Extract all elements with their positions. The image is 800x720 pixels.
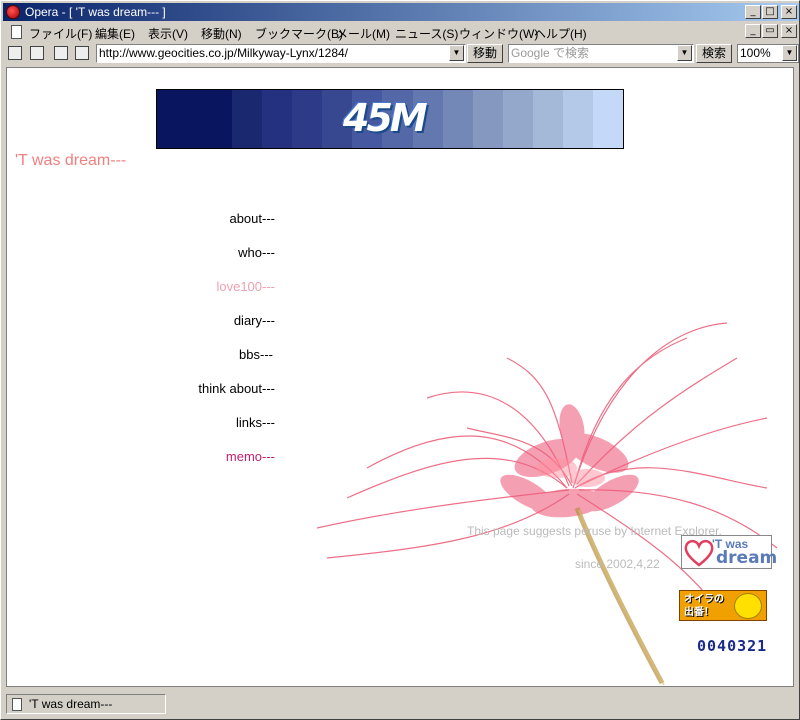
doc-close-button[interactable]: × bbox=[781, 24, 797, 38]
security-lock-icon[interactable] bbox=[8, 46, 22, 60]
nav-memo[interactable]: memo--- bbox=[226, 449, 275, 464]
banner-logo: 45M bbox=[343, 96, 428, 140]
spider-lily-image bbox=[316, 322, 778, 686]
page-icon bbox=[12, 698, 22, 711]
address-input[interactable]: http://www.geocities.co.jp/Milkyway-Lynx… bbox=[96, 44, 466, 63]
heart-icon bbox=[684, 539, 714, 567]
page-viewport: 45M 'T was dream--- about--- who--- love… bbox=[6, 67, 794, 687]
banner-segment bbox=[157, 90, 233, 148]
oira-text: オイラの出番！ bbox=[684, 594, 724, 618]
menu-edit[interactable]: 編集(E) bbox=[95, 25, 135, 42]
menu-view[interactable]: 表示(V) bbox=[148, 25, 188, 42]
nav-bbs[interactable]: bbs--- bbox=[239, 347, 273, 362]
menu-bookmarks[interactable]: ブックマーク(B) bbox=[255, 25, 343, 42]
nav-think-about[interactable]: think about--- bbox=[198, 381, 275, 396]
banner-segment bbox=[502, 90, 533, 148]
site-banner[interactable]: 45M bbox=[156, 89, 624, 149]
banner-segment bbox=[532, 90, 563, 148]
page-title: 'T was dream--- bbox=[15, 152, 127, 169]
menu-news[interactable]: ニュース(S) bbox=[395, 25, 458, 42]
menu-bar: ファイル(F) 編集(E) 表示(V) 移動(N) ブックマーク(B) メール(… bbox=[3, 22, 799, 42]
banner-segment bbox=[562, 90, 593, 148]
access-counter: 0040321 bbox=[697, 637, 768, 655]
search-dropdown-icon[interactable]: ▼ bbox=[677, 45, 692, 61]
menu-navigate[interactable]: 移動(N) bbox=[201, 25, 242, 42]
nav-who[interactable]: who--- bbox=[238, 245, 275, 260]
cookie-icon[interactable] bbox=[30, 46, 44, 60]
new-page-icon[interactable] bbox=[54, 46, 68, 60]
banner-segment bbox=[442, 90, 473, 148]
window-title: Opera - [ 'T was dream--- ] bbox=[25, 5, 166, 19]
site-badge[interactable]: 'T was dream bbox=[681, 535, 777, 569]
search-input[interactable]: Google で検索 bbox=[508, 44, 694, 63]
document-icon bbox=[11, 25, 22, 39]
banner-segment bbox=[292, 90, 323, 148]
nav-love100[interactable]: love100--- bbox=[216, 279, 275, 294]
chick-icon bbox=[734, 593, 762, 619]
doc-minimize-button[interactable]: _ bbox=[745, 24, 761, 38]
menu-file[interactable]: ファイル(F) bbox=[29, 25, 92, 42]
oira-banner[interactable]: オイラの出番！ bbox=[679, 590, 767, 621]
since-date: since 2002,4,22 bbox=[575, 557, 660, 571]
badge-line2: dream bbox=[716, 548, 778, 568]
menu-window[interactable]: ウィンドウ(W) bbox=[459, 25, 538, 42]
print-icon[interactable] bbox=[75, 46, 89, 60]
go-button[interactable]: 移動 bbox=[467, 44, 503, 63]
banner-segment bbox=[262, 90, 293, 148]
banner-segment bbox=[592, 90, 623, 148]
menu-mail[interactable]: メール(M) bbox=[336, 25, 390, 42]
nav-about[interactable]: about--- bbox=[229, 211, 275, 226]
nav-links[interactable]: links--- bbox=[236, 415, 275, 430]
minimize-button[interactable]: _ bbox=[745, 5, 761, 19]
maximize-button[interactable]: □ bbox=[762, 5, 778, 19]
close-button[interactable]: × bbox=[781, 5, 797, 19]
address-toolbar: http://www.geocities.co.jp/Milkyway-Lynx… bbox=[3, 43, 799, 65]
status-text: 'T was dream--- bbox=[29, 697, 113, 711]
address-dropdown-icon[interactable]: ▼ bbox=[449, 45, 464, 61]
banner-segment bbox=[232, 90, 263, 148]
menu-help[interactable]: ヘルプ(H) bbox=[534, 25, 587, 42]
opera-logo-icon bbox=[6, 5, 20, 19]
search-button[interactable]: 検索 bbox=[696, 44, 732, 63]
nav-diary[interactable]: diary--- bbox=[234, 313, 275, 328]
status-bar: 'T was dream--- bbox=[3, 691, 799, 717]
status-pane: 'T was dream--- bbox=[6, 694, 166, 714]
banner-segment bbox=[472, 90, 503, 148]
title-bar[interactable]: Opera - [ 'T was dream--- ] _ □ × bbox=[3, 3, 799, 21]
zoom-dropdown-icon[interactable]: ▼ bbox=[782, 45, 797, 61]
browser-window: Opera - [ 'T was dream--- ] _ □ × ファイル(F… bbox=[0, 0, 800, 720]
doc-restore-button[interactable]: ▭ bbox=[762, 24, 778, 38]
